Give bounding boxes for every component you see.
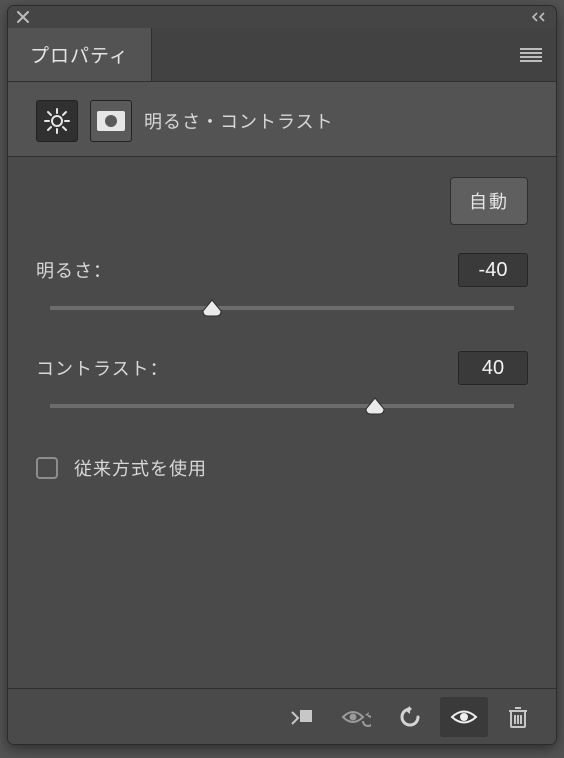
panel-menu-button[interactable] xyxy=(506,28,556,81)
properties-panel: プロパティ xyxy=(8,6,556,744)
close-icon[interactable] xyxy=(14,8,32,26)
clip-to-layer-icon[interactable] xyxy=(278,697,326,737)
contrast-slider[interactable] xyxy=(50,395,514,417)
titlebar xyxy=(8,6,556,28)
auto-button[interactable]: 自動 xyxy=(450,177,528,225)
sun-icon[interactable] xyxy=(36,100,78,142)
view-previous-icon[interactable] xyxy=(332,697,380,737)
brightness-label: 明るさ： xyxy=(36,257,112,283)
tab-properties[interactable]: プロパティ xyxy=(8,28,152,81)
brightness-control: 明るさ： -40 xyxy=(36,253,528,319)
collapse-icon[interactable] xyxy=(532,8,550,26)
legacy-row[interactable]: 従来方式を使用 xyxy=(36,455,528,481)
tab-empty xyxy=(152,28,506,81)
contrast-label: コントラスト： xyxy=(36,355,169,381)
panel-footer xyxy=(8,688,556,744)
slider-track xyxy=(50,306,514,310)
trash-icon[interactable] xyxy=(494,697,542,737)
panel-body: 自動 明るさ： -40 コントラスト： 40 xyxy=(8,156,556,688)
tab-label: プロパティ xyxy=(30,41,129,68)
auto-row: 自動 xyxy=(36,177,528,225)
slider-track xyxy=(50,404,514,408)
tab-bar: プロパティ xyxy=(8,28,556,82)
contrast-control: コントラスト： 40 xyxy=(36,351,528,417)
slider-thumb[interactable] xyxy=(365,397,385,415)
adjustment-title: 明るさ・コントラスト xyxy=(144,108,334,134)
adjustment-header: 明るさ・コントラスト xyxy=(8,82,556,156)
reset-icon[interactable] xyxy=(386,697,434,737)
legacy-label: 従来方式を使用 xyxy=(74,455,207,481)
visibility-icon[interactable] xyxy=(440,697,488,737)
slider-thumb[interactable] xyxy=(202,299,222,317)
mask-icon[interactable] xyxy=(90,100,132,142)
legacy-checkbox[interactable] xyxy=(36,457,58,479)
menu-icon xyxy=(520,48,542,62)
brightness-value[interactable]: -40 xyxy=(458,253,528,287)
brightness-slider[interactable] xyxy=(50,297,514,319)
contrast-value[interactable]: 40 xyxy=(458,351,528,385)
